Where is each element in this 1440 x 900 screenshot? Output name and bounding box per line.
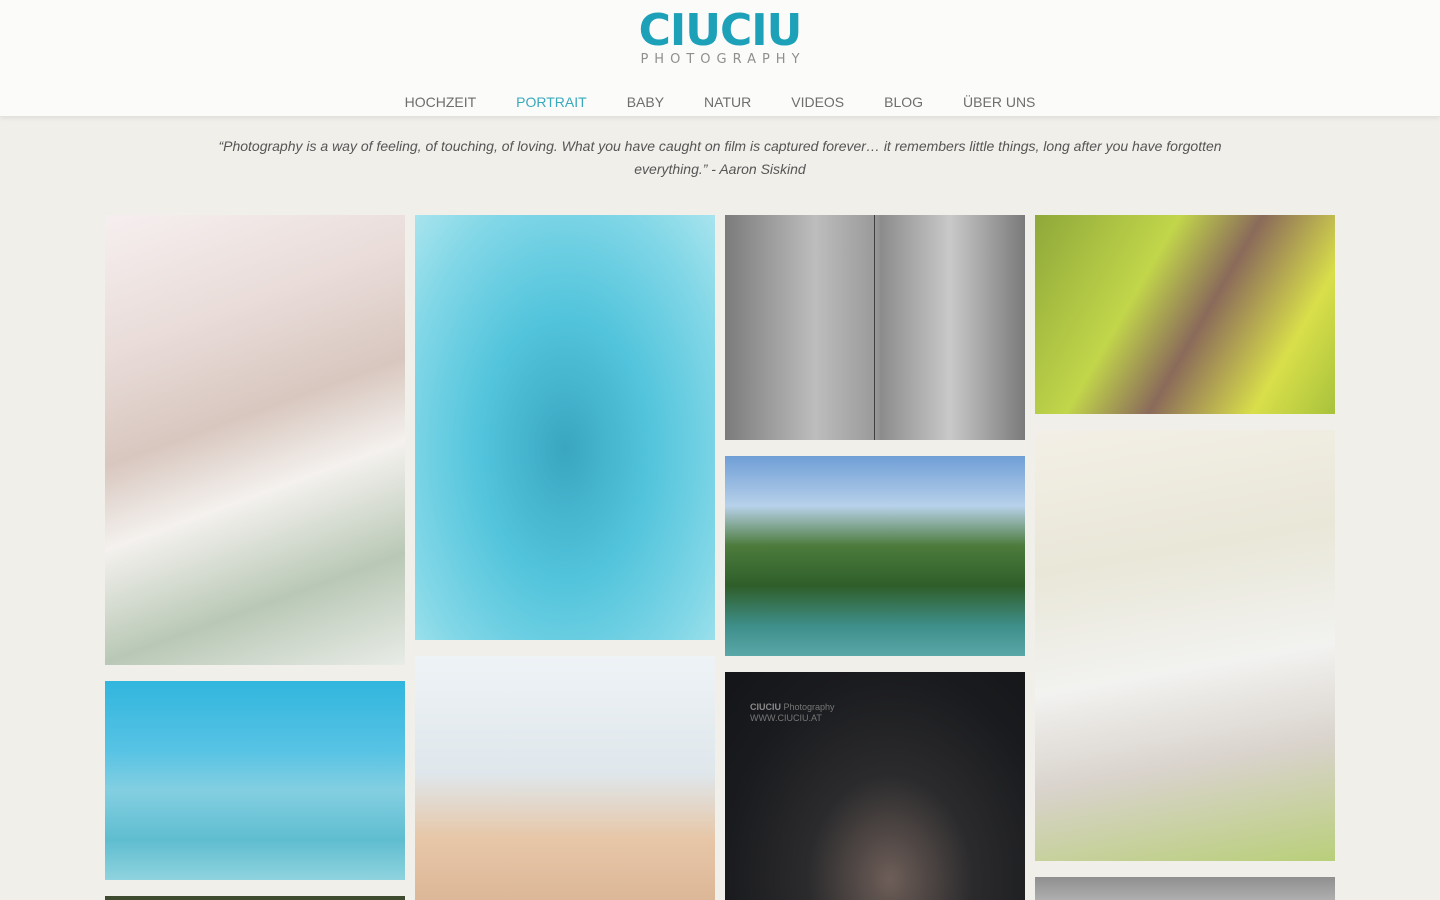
photo-watermark: CIUCIU Photography WWW.CIUCIU.AT	[750, 702, 835, 724]
photo-couple-lake-mountains[interactable]	[725, 456, 1025, 656]
watermark-suffix: Photography	[781, 702, 835, 712]
site-logo[interactable]: CIUCIU PHOTOGRAPHY	[0, 5, 1440, 68]
nav-item-videos[interactable]: VIDEOS	[771, 92, 864, 112]
photo-woman-floating-water[interactable]	[415, 215, 715, 640]
site-header: CIUCIU PHOTOGRAPHY HOCHZEIT PORTRAIT BAB…	[0, 0, 1440, 117]
photo-partial-bottom-right[interactable]	[1035, 877, 1335, 900]
photo-partial-bottom-left[interactable]	[105, 896, 405, 900]
watermark-url: WWW.CIUCIU.AT	[750, 713, 822, 723]
nav-item-portrait[interactable]: PORTRAIT	[496, 92, 607, 112]
nav-item-ueber-uns[interactable]: ÜBER UNS	[943, 92, 1055, 112]
nav-item-baby[interactable]: BABY	[607, 92, 684, 112]
logo-tagline: PHOTOGRAPHY	[640, 52, 806, 67]
photo-couple-embrace[interactable]	[1035, 215, 1335, 414]
photo-woman-lying-sea[interactable]	[105, 681, 405, 880]
nav-item-natur[interactable]: NATUR	[684, 92, 771, 112]
photo-bw-portrait-diptych[interactable]	[725, 215, 1025, 440]
logo-wordmark: CIUCIU	[638, 5, 803, 56]
main-nav: HOCHZEIT PORTRAIT BABY NATUR VIDEOS BLOG…	[0, 92, 1440, 112]
nav-item-hochzeit[interactable]: HOCHZEIT	[385, 92, 497, 112]
intro-quote: “Photography is a way of feeling, of tou…	[218, 138, 1222, 177]
photo-women-garden-canopy[interactable]	[1035, 430, 1335, 861]
photo-smiling-woman-closeup[interactable]	[415, 656, 715, 900]
watermark-brand: CIUCIU	[750, 702, 781, 712]
photo-woman-turquoise-scarf[interactable]	[105, 215, 405, 665]
diptych-divider	[874, 215, 875, 440]
nav-item-blog[interactable]: BLOG	[864, 92, 943, 112]
photo-dark-makeup-portrait[interactable]: CIUCIU Photography WWW.CIUCIU.AT	[725, 672, 1025, 900]
